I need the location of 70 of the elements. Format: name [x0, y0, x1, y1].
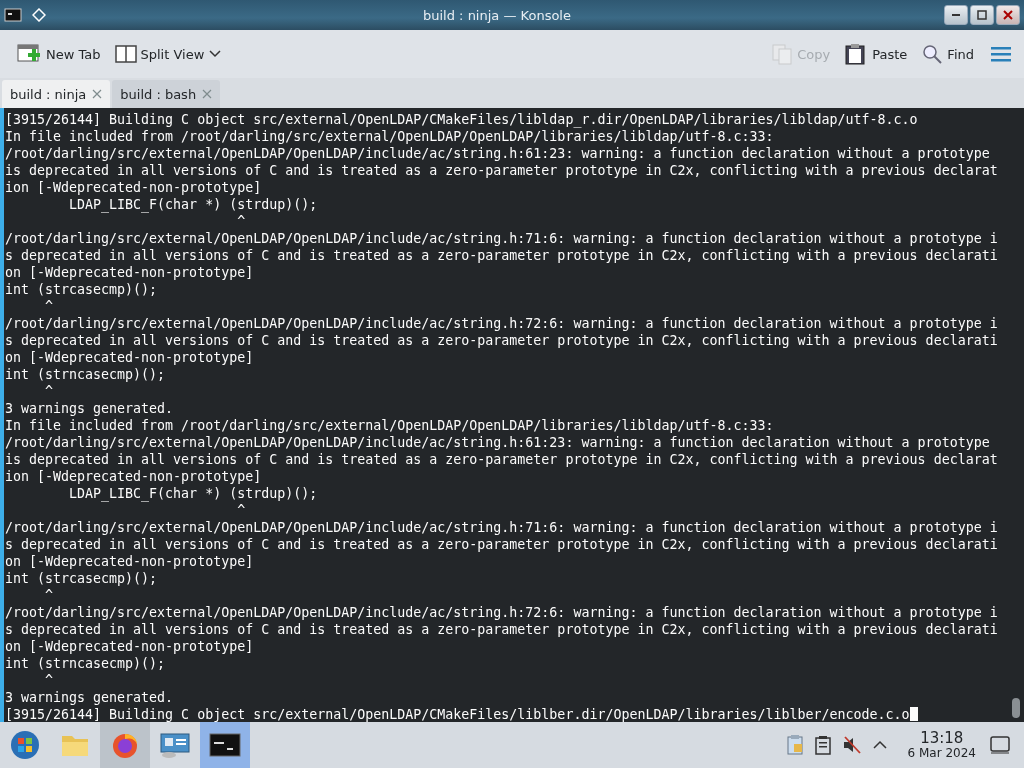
- menu-icon[interactable]: [990, 45, 1012, 63]
- terminal-line: /root/darling/src/external/OpenLDAP/OpenLDAP/include/ac/string.h:61:23: warning: a function declaration without a prototype: [5, 145, 991, 162]
- terminal-line: s deprecated in all versions of C and is treated as a zero-parameter prototype in C2x, conflicting with a previous declarati: [5, 621, 998, 638]
- close-icon: [1003, 10, 1013, 20]
- terminal-line: /root/darling/src/external/OpenLDAP/OpenLDAP/include/ac/string.h:61:23: warning: a function declaration without a prototype: [5, 434, 991, 451]
- taskbar-item[interactable]: [200, 722, 250, 768]
- split-view-button[interactable]: Split View: [112, 40, 225, 68]
- terminal-line: is deprecated in all versions of C and is treated as a zero-parameter prototype in C2x, conflicting with a previous declarat: [5, 162, 998, 179]
- clipboard-icon[interactable]: [785, 734, 804, 756]
- close-icon[interactable]: [92, 89, 103, 99]
- new-tab-button[interactable]: New Tab: [14, 39, 103, 69]
- terminal-line: [3915/26144] Building C object src/external/OpenLDAP/CMakeFiles/liblber.dir/OpenLDAP/libraries/liblber/encode.c.o: [5, 706, 998, 723]
- monitor-icon: [159, 731, 191, 759]
- terminal-line: 3 warnings generated.: [5, 689, 175, 706]
- new-tab-icon: [16, 43, 42, 65]
- terminal-line: is deprecated in all versions of C and is treated as a zero-parameter prototype in C2x, conflicting with a previous declarat: [5, 451, 998, 468]
- terminal-line: s deprecated in all versions of C and is treated as a zero-parameter prototype in C2x, conflicting with a previous declarati: [5, 332, 998, 349]
- terminal-line: s deprecated in all versions of C and is treated as a zero-parameter prototype in C2x, conflicting with a previous declarati: [5, 536, 998, 553]
- terminal-line: int (strncasecmp)();: [5, 366, 167, 383]
- diamond-icon: [32, 8, 46, 22]
- terminal-line: on [-Wdeprecated-non-prototype]: [5, 264, 255, 281]
- terminal-line: ^: [236, 213, 247, 230]
- terminal-line: In file included from /root/darling/src/external/OpenLDAP/OpenLDAP/libraries/libldap/utf-8.c:33:: [5, 417, 775, 434]
- terminal-line: ^: [44, 587, 55, 604]
- clock-time: 13:18: [920, 730, 964, 746]
- terminal-line: In file included from /root/darling/src/external/OpenLDAP/OpenLDAP/libraries/libldap/utf-8.c:33:: [5, 128, 775, 145]
- window-title: build : ninja — Konsole: [422, 7, 572, 23]
- copy-icon: [771, 43, 794, 65]
- terminal-line: /root/darling/src/external/OpenLDAP/OpenLDAP/include/ac/string.h:72:6: warning: a function declaration without a prototype i: [5, 604, 998, 621]
- terminal-line: int (strcasecmp)();: [5, 281, 159, 298]
- notes-icon[interactable]: [813, 735, 832, 755]
- terminal-line: ^: [44, 672, 55, 689]
- terminal-line: ^: [44, 298, 55, 315]
- terminal-line: ^: [236, 502, 247, 519]
- chevron-up-icon[interactable]: [871, 739, 888, 751]
- terminal-line: on [-Wdeprecated-non-prototype]: [5, 638, 255, 655]
- maximize-button[interactable]: [970, 5, 994, 25]
- terminal-line: int (strcasecmp)();: [5, 570, 159, 587]
- terminal-icon: [209, 733, 241, 757]
- minimize-button[interactable]: [944, 5, 968, 25]
- scrollbar-thumb[interactable]: [1012, 698, 1020, 718]
- terminal-line: /root/darling/src/external/OpenLDAP/OpenLDAP/include/ac/string.h:71:6: warning: a function declaration without a prototype i: [5, 519, 998, 536]
- terminal-line: s deprecated in all versions of C and is treated as a zero-parameter prototype in C2x, conflicting with a previous declarati: [5, 247, 998, 264]
- terminal-icon[interactable]: [4, 7, 22, 23]
- terminal-line: 3 warnings generated.: [5, 400, 175, 417]
- minimize-icon: [952, 14, 960, 16]
- terminal-line: int (strncasecmp)();: [5, 655, 167, 672]
- tab[interactable]: build : ninja: [2, 80, 111, 108]
- terminal-line: [3915/26144] Building C object src/external/OpenLDAP/CMakeFiles/libldap_r.dir/OpenLDAP/libraries/libldap/utf-8.c.o: [5, 111, 919, 128]
- tab[interactable]: build : bash: [112, 80, 221, 108]
- split-view-icon: [114, 44, 137, 64]
- terminal-line: LDAP_LIBC_F(char *) (strdup)();: [68, 196, 319, 213]
- close-button[interactable]: [996, 5, 1020, 25]
- find-button[interactable]: Find: [919, 39, 976, 69]
- terminal-line: /root/darling/src/external/OpenLDAP/OpenLDAP/include/ac/string.h:72:6: warning: a function declaration without a prototype i: [5, 315, 998, 332]
- terminal-line: ion [-Wdeprecated-non-prototype]: [5, 179, 263, 196]
- paste-button[interactable]: Paste: [842, 39, 910, 69]
- terminal-line: /root/darling/src/external/OpenLDAP/OpenLDAP/include/ac/string.h:71:6: warning: a function declaration without a prototype i: [5, 230, 998, 247]
- terminal-line: ion [-Wdeprecated-non-prototype]: [5, 468, 263, 485]
- show-desktop-icon[interactable]: [990, 736, 1010, 754]
- search-icon: [921, 43, 944, 65]
- terminal-line: on [-Wdeprecated-non-prototype]: [5, 553, 255, 570]
- terminal-line: on [-Wdeprecated-non-prototype]: [5, 349, 255, 366]
- terminal-line: ^: [44, 383, 55, 400]
- start-icon: [9, 729, 41, 761]
- maximize-icon: [977, 10, 987, 20]
- chevron-down-icon: [208, 49, 223, 59]
- speaker-muted-icon[interactable]: [841, 735, 862, 755]
- clock-date: 6 Mar 2024: [907, 746, 976, 760]
- terminal-line: LDAP_LIBC_F(char *) (strdup)();: [68, 485, 319, 502]
